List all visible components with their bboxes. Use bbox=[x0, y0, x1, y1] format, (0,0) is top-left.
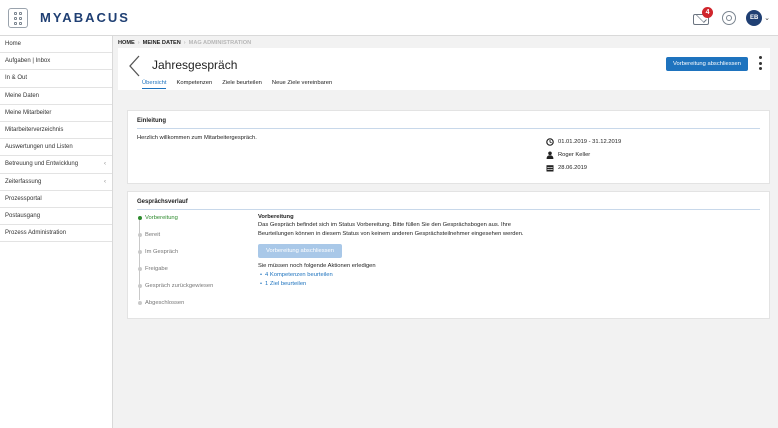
tab-uebersicht[interactable]: Übersicht bbox=[142, 80, 167, 89]
timeline-step-label: Vorbereitung bbox=[145, 215, 178, 221]
notification-badge: 4 bbox=[702, 7, 714, 18]
timeline-step-label: Im Gespräch bbox=[145, 249, 179, 255]
sidebar: Home Aufgaben | Inbox In & Out Meine Dat… bbox=[0, 36, 113, 428]
sidebar-item-label: Mitarbeiterverzeichnis bbox=[5, 126, 64, 133]
status-detail-line-1: Das Gespräch befindet sich im Status Vor… bbox=[258, 222, 511, 228]
date-value: 28.06.2019 bbox=[558, 164, 588, 171]
sidebar-item-meine-mitarbeiter[interactable]: Meine Mitarbeiter bbox=[0, 105, 112, 122]
page-header: Jahresgespräch Vorbereitung abschliessen… bbox=[118, 48, 770, 90]
timeline-step[interactable]: Bereit bbox=[137, 231, 247, 248]
finish-preparation-secondary-button[interactable]: Vorbereitung abschliessen bbox=[258, 244, 342, 258]
sidebar-item-label: Aufgaben | Inbox bbox=[5, 58, 51, 65]
person-value: Roger Keller bbox=[558, 151, 591, 158]
timeline-step-label: Freigabe bbox=[145, 266, 168, 272]
sidebar-item-betreuung[interactable]: Betreuung und Entwicklung ‹ bbox=[0, 156, 112, 174]
person-icon bbox=[546, 151, 554, 159]
breadcrumb-inactive: MAG ADMINISTRATION bbox=[188, 40, 252, 46]
history-title: Gesprächsverlauf bbox=[137, 199, 188, 205]
chevron-left-icon: ‹ bbox=[104, 178, 106, 185]
sidebar-item-label: Home bbox=[5, 41, 22, 47]
sidebar-item-home[interactable]: Home bbox=[0, 36, 112, 54]
sidebar-item-meine-daten[interactable]: Meine Daten bbox=[0, 88, 112, 105]
sidebar-item-prozess-administration[interactable]: Prozess Administration bbox=[0, 225, 112, 243]
chevron-down-icon: ⌄ bbox=[764, 15, 770, 22]
tab-neue-ziele[interactable]: Neue Ziele vereinbaren bbox=[272, 80, 332, 89]
tab-bar: Übersicht Kompetenzen Ziele beurteilen N… bbox=[142, 80, 332, 89]
finish-preparation-button[interactable]: Vorbereitung abschliessen bbox=[666, 57, 748, 71]
sidebar-item-in-out[interactable]: In & Out bbox=[0, 70, 112, 88]
app-logo[interactable]: MYABACUS bbox=[40, 10, 130, 25]
action-link-competencies[interactable]: • 4 Kompetenzen beurteilen bbox=[258, 272, 758, 278]
user-circle-icon[interactable] bbox=[722, 11, 737, 25]
sidebar-item-label: Meine Daten bbox=[5, 92, 40, 99]
sidebar-item-label: Zeiterfassung bbox=[5, 178, 42, 185]
top-actions: 4 EB ⌄ bbox=[692, 6, 770, 30]
sidebar-item-postausgang[interactable]: Postausgang bbox=[0, 208, 112, 226]
sidebar-item-label: Meine Mitarbeiter bbox=[5, 109, 52, 116]
avatar: EB bbox=[746, 10, 763, 26]
timeline-step[interactable]: Gespräch zurückgewiesen bbox=[137, 282, 247, 299]
notifications-mail-icon[interactable]: 4 bbox=[692, 7, 714, 28]
timeline-step[interactable]: Abgeschlossen bbox=[137, 299, 247, 316]
main-content: HOME › MEINE DATEN › MAG ADMINISTRATION Jahr… bbox=[113, 36, 778, 428]
sidebar-item-label: In & Out bbox=[5, 75, 28, 82]
tab-kompetenzen[interactable]: Kompetenzen bbox=[176, 80, 212, 89]
tab-ziele-beurteilen[interactable]: Ziele beurteilen bbox=[222, 80, 262, 89]
timeline-step[interactable]: Freigabe bbox=[137, 265, 247, 282]
sidebar-item-inbox[interactable]: Aufgaben | Inbox bbox=[0, 53, 112, 71]
period-value: 01.01.2019 - 31.12.2019 bbox=[558, 138, 622, 145]
sidebar-item-mitarbeiterverzeichnis[interactable]: Mitarbeiterverzeichnis bbox=[0, 122, 112, 140]
page-title: Jahresgespräch bbox=[152, 58, 238, 72]
sidebar-item-zeiterfassung[interactable]: Zeiterfassung ‹ bbox=[0, 174, 112, 191]
action-link-label: 1 Ziel beurteilen bbox=[265, 281, 307, 287]
timeline-step[interactable]: Vorbereitung bbox=[137, 214, 247, 231]
status-detail-line-2: Beurteilungen können in diesem Status vo… bbox=[258, 230, 524, 237]
calendar-icon bbox=[546, 164, 554, 171]
clock-icon bbox=[546, 137, 554, 146]
meta-info: 01.01.2019 - 31.12.2019 Roger Keller 28.… bbox=[546, 135, 621, 174]
timeline-step-label: Bereit bbox=[145, 232, 161, 238]
more-menu-icon[interactable] bbox=[758, 56, 762, 70]
status-detail: Vorbereitung Das Gespräch befindet sich … bbox=[258, 214, 758, 287]
timeline-step[interactable]: Im Gespräch bbox=[137, 248, 247, 265]
sidebar-item-label: Prozess Administration bbox=[5, 230, 67, 237]
welcome-text: Herzlich willkommen zum Mitarbeitergespr… bbox=[137, 135, 257, 141]
sidebar-item-label: Prozessportal bbox=[5, 195, 42, 202]
breadcrumb-current[interactable]: MEINE DATEN bbox=[143, 40, 181, 46]
app-grid-icon[interactable] bbox=[8, 8, 28, 28]
sidebar-item-label: Auswertungen und Listen bbox=[5, 144, 73, 151]
sidebar-item-label: Betreuung und Entwicklung bbox=[5, 161, 79, 168]
sidebar-item-label: Postausgang bbox=[5, 212, 41, 219]
breadcrumb: HOME › MEINE DATEN › MAG ADMINISTRATION bbox=[118, 40, 252, 46]
status-detail-title: Vorbereitung bbox=[258, 214, 294, 220]
pending-actions-intro: Sie müssen noch folgende Aktionen erledi… bbox=[258, 263, 376, 269]
user-menu[interactable]: EB ⌄ bbox=[746, 10, 770, 26]
history-card: Gesprächsverlauf Vorbereitung Bereit Im … bbox=[127, 191, 770, 319]
intro-title: Einleitung bbox=[137, 118, 166, 124]
timeline-step-label: Abgeschlossen bbox=[145, 300, 185, 306]
top-bar: MYABACUS 4 EB ⌄ bbox=[0, 0, 778, 36]
action-link-label: 4 Kompetenzen beurteilen bbox=[265, 272, 333, 278]
action-link-goals[interactable]: • 1 Ziel beurteilen bbox=[258, 281, 758, 287]
intro-card: Einleitung Herzlich willkommen zum Mitar… bbox=[127, 110, 770, 184]
status-timeline: Vorbereitung Bereit Im Gespräch Freigabe… bbox=[137, 214, 247, 316]
back-arrow-icon[interactable] bbox=[126, 54, 144, 78]
breadcrumb-home[interactable]: HOME bbox=[118, 40, 135, 46]
chevron-left-icon: ‹ bbox=[104, 161, 106, 168]
sidebar-item-auswertungen[interactable]: Auswertungen und Listen bbox=[0, 139, 112, 157]
timeline-step-label: Gespräch zurückgewiesen bbox=[145, 283, 214, 289]
sidebar-item-prozessportal[interactable]: Prozessportal bbox=[0, 191, 112, 208]
